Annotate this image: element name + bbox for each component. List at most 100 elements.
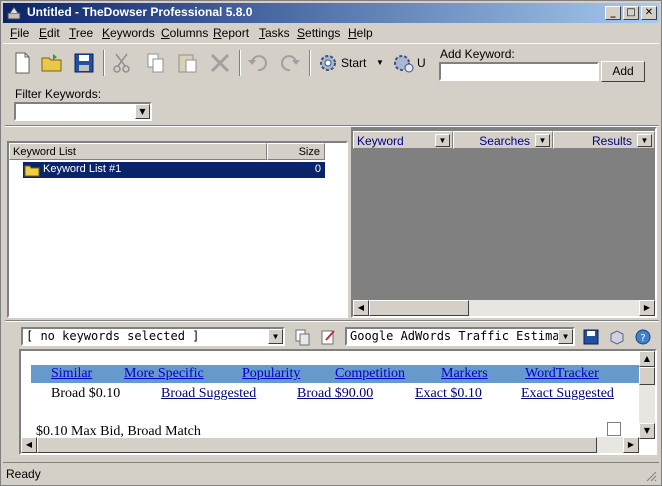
menu-report[interactable]: Report <box>213 26 249 40</box>
column-header-searches[interactable]: Searches ▼ <box>453 131 553 149</box>
scroll-left-icon[interactable]: ◀ <box>21 437 37 453</box>
undo-icon[interactable] <box>245 50 271 76</box>
report-tab-strip: Similar More Specific Popularity Competi… <box>31 365 641 383</box>
menu-keywords[interactable]: Keywords <box>102 26 155 40</box>
report-view[interactable]: Similar More Specific Popularity Competi… <box>19 349 657 455</box>
folder-icon <box>24 165 40 177</box>
service-combo[interactable]: Google AdWords Traffic Estimation fo ▼ <box>345 327 575 346</box>
filter-keywords-combo[interactable]: ▼ <box>14 102 152 121</box>
chevron-down-icon[interactable]: ▼ <box>135 104 150 119</box>
menu-bar: File Edit Tree Keywords Columns Report T… <box>3 24 659 42</box>
delete-icon[interactable] <box>207 50 233 76</box>
menu-help[interactable]: Help <box>348 26 373 40</box>
chevron-down-icon[interactable]: ▼ <box>535 134 550 147</box>
exact-suggested-link[interactable]: Exact Suggested <box>521 386 614 402</box>
add-keyword-button[interactable]: Add <box>601 61 645 82</box>
add-keyword-label: Add Keyword: <box>440 47 515 61</box>
edit-report-icon[interactable] <box>319 328 337 346</box>
scrollbar-thumb[interactable] <box>37 437 597 453</box>
resize-grip-icon[interactable] <box>645 470 657 482</box>
toolbar-separator <box>239 50 241 76</box>
filter-keywords-label: Filter Keywords: <box>15 87 102 101</box>
app-window: Untitled - TheDowser Professional 5.8.0 … <box>0 0 662 486</box>
report-horizontal-scrollbar[interactable]: ◀ ▶ <box>21 437 639 453</box>
menu-settings[interactable]: Settings <box>297 26 340 40</box>
title-bar[interactable]: Untitled - TheDowser Professional 5.8.0 … <box>3 3 659 23</box>
keyword-selection-combo[interactable]: [ no keywords selected ] ▼ <box>21 327 285 346</box>
keyword-header-label: Keyword <box>357 134 404 148</box>
dowser-app-icon <box>7 6 21 20</box>
maximize-button[interactable]: □ <box>623 6 639 20</box>
divider <box>5 320 659 322</box>
tab-popularity[interactable]: Popularity <box>242 366 300 382</box>
scroll-right-icon[interactable]: ▶ <box>639 300 655 316</box>
start-dropdown-icon[interactable]: ▼ <box>376 58 384 67</box>
save-icon[interactable] <box>71 50 97 76</box>
results-horizontal-scrollbar[interactable]: ◀ ▶ <box>353 300 655 316</box>
update-icon[interactable] <box>391 50 417 76</box>
update-button[interactable]: U <box>417 56 426 70</box>
column-header-keyword[interactable]: Keyword ▼ <box>353 131 453 149</box>
menu-tasks[interactable]: Tasks <box>259 26 290 40</box>
tab-competition[interactable]: Competition <box>335 366 405 382</box>
new-file-icon[interactable] <box>9 50 35 76</box>
window-title: Untitled - TheDowser Professional 5.8.0 <box>27 5 253 19</box>
scrollbar-thumb[interactable] <box>639 367 655 385</box>
results-header: Keyword ▼ Searches ▼ Results ▼ <box>353 131 655 149</box>
start-button[interactable]: Start <box>341 56 366 70</box>
keyword-selection-value: [ no keywords selected ] <box>26 329 200 343</box>
broad-suggested-link[interactable]: Broad Suggested <box>161 386 256 402</box>
toolbar-separator <box>309 50 311 76</box>
column-header-size[interactable]: Size <box>267 143 325 160</box>
chevron-down-icon[interactable]: ▼ <box>268 329 283 344</box>
keyword-list-name: Keyword List #1 <box>43 163 122 175</box>
chevron-down-icon[interactable]: ▼ <box>558 329 573 344</box>
broad-bid-text: Broad $0.10 <box>51 386 121 401</box>
tab-markers[interactable]: Markers <box>441 366 488 382</box>
tab-more-specific[interactable]: More Specific <box>124 366 204 382</box>
scroll-up-icon[interactable]: ▲ <box>639 351 655 367</box>
copy-report-icon[interactable] <box>293 328 311 346</box>
copy-icon[interactable] <box>143 50 169 76</box>
cut-icon[interactable] <box>109 50 135 76</box>
exact-bid-link[interactable]: Exact $0.10 <box>415 386 482 402</box>
close-button[interactable]: ✕ <box>641 6 657 20</box>
open-folder-icon[interactable] <box>39 50 65 76</box>
chevron-down-icon[interactable]: ▼ <box>637 134 652 147</box>
menu-columns[interactable]: Columns <box>161 26 208 40</box>
keyword-list-row[interactable]: Keyword List #1 0 <box>23 162 325 178</box>
scroll-right-icon[interactable]: ▶ <box>623 437 639 453</box>
keyword-list-tree[interactable]: Keyword List Size Keyword List #1 0 <box>7 141 348 318</box>
results-grid[interactable]: Keyword ▼ Searches ▼ Results ▼ ◀ ▶ <box>351 127 657 318</box>
service-value: Google AdWords Traffic Estimation fo <box>350 329 573 343</box>
menu-file[interactable]: File <box>10 26 29 40</box>
status-bar: Ready <box>3 462 659 484</box>
save-report-icon[interactable] <box>582 328 600 346</box>
help-icon[interactable]: ? <box>634 328 652 346</box>
toolbar-separator <box>103 50 105 76</box>
menu-tree[interactable]: Tree <box>69 26 93 40</box>
tab-wordtracker[interactable]: WordTracker <box>525 366 599 382</box>
gear-icon[interactable] <box>315 50 341 76</box>
scroll-left-icon[interactable]: ◀ <box>353 300 369 316</box>
add-keyword-input[interactable] <box>439 62 599 81</box>
scroll-down-icon[interactable]: ▼ <box>639 423 655 439</box>
column-header-results[interactable]: Results ▼ <box>553 131 655 149</box>
keyword-list-size: 0 <box>314 163 321 175</box>
keyword-list-header: Keyword List Size <box>9 143 346 160</box>
results-header-label: Results <box>591 134 632 148</box>
broad-bid-link[interactable]: Broad $90.00 <box>297 386 373 402</box>
paste-icon[interactable] <box>175 50 201 76</box>
report-vertical-scrollbar[interactable]: ▲ ▼ <box>639 351 655 439</box>
searches-header-label: Searches <box>479 134 530 148</box>
column-header-keyword-list[interactable]: Keyword List <box>9 143 267 160</box>
redo-icon[interactable] <box>277 50 303 76</box>
scrollbar-thumb[interactable] <box>369 300 469 316</box>
minimize-button[interactable]: _ <box>605 6 621 20</box>
menu-edit[interactable]: Edit <box>39 26 60 40</box>
tab-similar[interactable]: Similar <box>51 366 92 382</box>
package-icon[interactable] <box>608 328 626 346</box>
status-text: Ready <box>6 467 41 481</box>
max-bid-checkbox[interactable] <box>607 422 621 436</box>
chevron-down-icon[interactable]: ▼ <box>435 134 450 147</box>
